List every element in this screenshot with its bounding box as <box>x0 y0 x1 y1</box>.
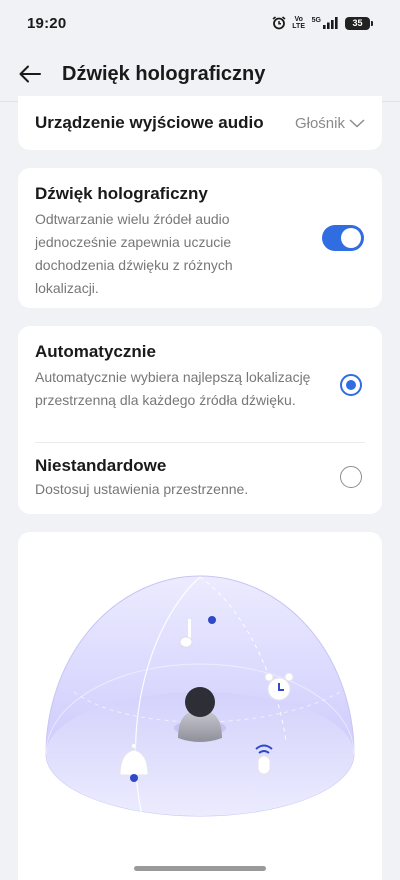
radio-automatic[interactable] <box>340 374 362 396</box>
mode-option-title: Automatycznie <box>35 342 156 361</box>
output-device-card: Urządzenie wyjściowe audio Głośnik <box>18 96 382 150</box>
holographic-sound-description: Odtwarzanie wielu źródeł audio jednocześ… <box>35 211 233 296</box>
header: Dźwięk holograficzny <box>0 50 400 98</box>
mode-option-custom[interactable]: Niestandardowe Dostosuj ustawienia przes… <box>35 456 365 501</box>
status-icons: Vo LTE 5G 35 <box>272 16 373 30</box>
network-indicator: 5G <box>312 17 339 29</box>
status-time: 19:20 <box>27 14 67 32</box>
option-divider <box>35 442 365 443</box>
output-device-value: Głośnik <box>294 114 345 132</box>
mode-option-title: Niestandardowe <box>35 456 167 475</box>
spatial-mode-card: Automatycznie Automatycznie wybiera najl… <box>18 326 382 514</box>
chevron-down-icon <box>349 119 365 128</box>
radio-custom[interactable] <box>340 466 362 488</box>
mode-option-description: Dostosuj ustawienia przestrzenne. <box>35 481 249 497</box>
battery-icon: 35 <box>345 16 373 30</box>
volte-indicator: Vo LTE <box>292 16 305 30</box>
holographic-sound-title: Dźwięk holograficzny <box>35 184 208 203</box>
toggle-knob <box>341 228 361 248</box>
mode-option-description: Automatycznie wybiera najlepszą lokaliza… <box>35 369 311 408</box>
spatial-illustration-card <box>18 532 382 880</box>
signal-icon <box>323 17 338 29</box>
output-device-selector[interactable]: Głośnik <box>295 115 366 132</box>
mode-option-automatic[interactable]: Automatycznie Automatycznie wybiera najl… <box>35 342 365 412</box>
status-bar: 19:20 Vo LTE 5G 35 <box>0 0 400 46</box>
page-title: Dźwięk holograficzny <box>62 62 266 85</box>
alarm-icon <box>272 16 286 30</box>
home-indicator[interactable] <box>134 866 266 871</box>
holographic-sound-card: Dźwięk holograficzny Odtwarzanie wielu ź… <box>18 168 382 308</box>
output-device-row[interactable]: Urządzenie wyjściowe audio Głośnik <box>18 96 382 150</box>
holographic-sound-toggle[interactable] <box>322 225 364 251</box>
back-button[interactable] <box>0 50 60 98</box>
back-arrow-icon <box>19 65 41 83</box>
output-device-label: Urządzenie wyjściowe audio <box>35 113 264 132</box>
spatial-dome-illustration <box>45 575 355 817</box>
